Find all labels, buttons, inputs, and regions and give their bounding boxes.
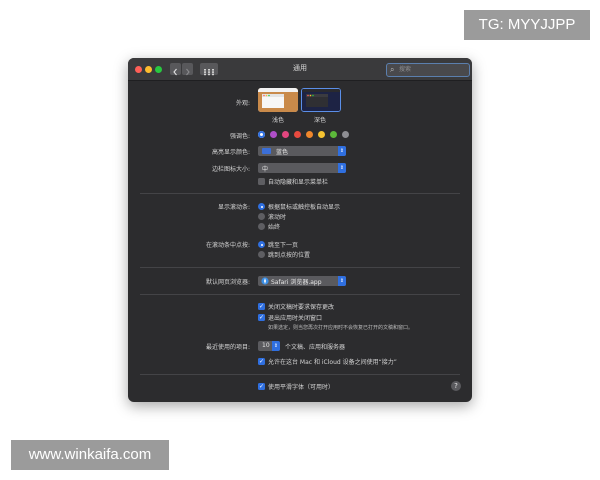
scrollbars-always-radio[interactable] bbox=[258, 223, 265, 230]
scrollbars-when-scrolling-label: 滚动时 bbox=[268, 214, 287, 221]
accent-color-swatch[interactable] bbox=[270, 131, 277, 138]
accent-color-swatch[interactable] bbox=[318, 131, 325, 138]
recent-items-suffix: 个文稿、应用和服务器 bbox=[285, 344, 346, 351]
general-preferences-window: 通用 ⌕ 外观: 浅色 深色 强调色: 高亮显示颜色: 蓝色 bbox=[128, 58, 472, 402]
handoff-label: 允许在这台 Mac 和 iCloud 设备之间使用“接力” bbox=[268, 359, 397, 366]
close-windows-label: 退出应用时关闭窗口 bbox=[268, 315, 323, 322]
accent-color-label: 强调色: bbox=[229, 133, 250, 140]
recent-items-label: 最近使用的项目: bbox=[205, 344, 250, 351]
sidebar-icon-size-label: 边栏图标大小: bbox=[211, 166, 250, 173]
sidebar-icon-size-value: 中 bbox=[262, 166, 269, 173]
appearance-dark-label: 深色 bbox=[313, 117, 326, 124]
font-smoothing-checkbox[interactable]: ✓ bbox=[258, 383, 265, 390]
jump-clicked-spot-label: 跳到点按的位置 bbox=[268, 252, 311, 259]
ask-keep-changes-label: 关闭文稿时要求保存更改 bbox=[268, 304, 335, 311]
appearance-light-option[interactable] bbox=[258, 88, 298, 112]
highlight-color-label: 高亮显示颜色: bbox=[211, 149, 250, 156]
font-smoothing-label: 使用平滑字体（可用时） bbox=[268, 384, 335, 391]
handoff-checkbox[interactable]: ✓ bbox=[258, 358, 265, 365]
scrollbars-auto-label: 根据鼠标或触控板自动显示 bbox=[268, 204, 341, 211]
accent-color-swatch[interactable] bbox=[330, 131, 337, 138]
appearance-dark-option[interactable] bbox=[301, 88, 341, 112]
default-browser-value: Safari 浏览器.app bbox=[271, 279, 322, 286]
light-appearance-preview bbox=[258, 88, 298, 112]
highlight-color-popup[interactable]: 蓝色 ⇕ bbox=[258, 146, 346, 156]
divider bbox=[140, 374, 460, 375]
help-button[interactable]: ? bbox=[451, 381, 461, 391]
default-browser-label: 默认网页浏览器: bbox=[205, 279, 250, 286]
jump-next-page-radio[interactable] bbox=[258, 241, 265, 248]
site-watermark: www.winkaifa.com bbox=[11, 440, 169, 470]
show-scrollbars-label: 显示滚动条: bbox=[217, 204, 250, 211]
accent-color-swatch[interactable] bbox=[282, 131, 289, 138]
default-browser-popup[interactable]: Safari 浏览器.app ⇕ bbox=[258, 276, 346, 286]
accent-color-swatch[interactable] bbox=[342, 131, 349, 138]
accent-color-swatch[interactable] bbox=[294, 131, 301, 138]
scrollbars-auto-radio[interactable] bbox=[258, 203, 265, 210]
chevron-updown-icon: ⇕ bbox=[338, 146, 346, 156]
title-bar: 通用 ⌕ bbox=[128, 58, 472, 81]
highlight-color-value: 蓝色 bbox=[276, 149, 289, 156]
click-scrollbar-label: 在滚动条中点按: bbox=[205, 242, 250, 249]
scrollbars-always-label: 始终 bbox=[268, 224, 281, 231]
recent-items-value: 10 bbox=[262, 342, 270, 349]
sidebar-icon-size-popup[interactable]: 中 ⇕ bbox=[258, 163, 346, 173]
jump-clicked-spot-radio[interactable] bbox=[258, 251, 265, 258]
chevron-updown-icon: ⇕ bbox=[338, 163, 346, 173]
close-windows-note: 如果选定，则当您再次打开应用时不会恢复已打开的文稿和窗口。 bbox=[268, 325, 414, 331]
recent-items-popup[interactable]: 10 ⇕ bbox=[258, 341, 280, 351]
auto-hide-menu-label: 自动隐藏和显示菜单栏 bbox=[268, 179, 329, 186]
auto-hide-menu-checkbox[interactable] bbox=[258, 178, 265, 185]
highlight-color-chip bbox=[262, 148, 271, 154]
divider bbox=[140, 294, 460, 295]
close-windows-checkbox[interactable]: ✓ bbox=[258, 314, 265, 321]
divider bbox=[140, 267, 460, 268]
dark-appearance-preview bbox=[302, 89, 340, 111]
chevron-updown-icon: ⇕ bbox=[272, 341, 280, 351]
accent-color-swatch[interactable] bbox=[258, 131, 265, 138]
tg-watermark: TG: MYYJJPP bbox=[464, 10, 590, 40]
divider bbox=[140, 193, 460, 194]
search-icon: ⌕ bbox=[390, 65, 395, 74]
search-field[interactable]: ⌕ bbox=[386, 63, 470, 77]
accent-color-swatch[interactable] bbox=[306, 131, 313, 138]
chevron-updown-icon: ⇕ bbox=[338, 276, 346, 286]
appearance-light-label: 浅色 bbox=[271, 117, 284, 124]
scrollbars-when-scrolling-radio[interactable] bbox=[258, 213, 265, 220]
ask-keep-changes-checkbox[interactable]: ✓ bbox=[258, 303, 265, 310]
search-input[interactable] bbox=[399, 64, 465, 76]
safari-icon bbox=[261, 277, 269, 285]
appearance-label: 外观: bbox=[235, 100, 250, 107]
jump-next-page-label: 跳至下一页 bbox=[268, 242, 299, 249]
